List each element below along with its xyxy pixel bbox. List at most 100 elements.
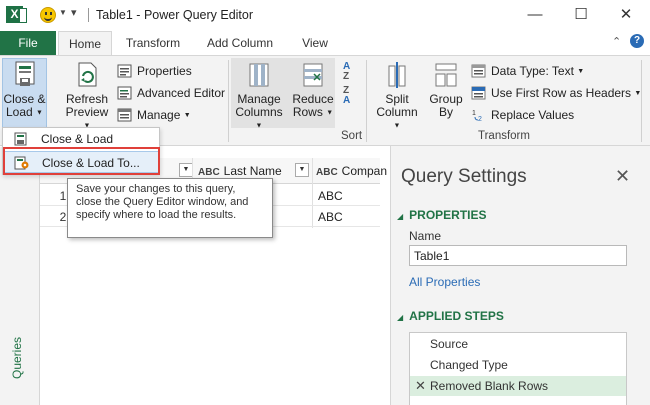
column-filter-dropdown[interactable]: ▼ bbox=[179, 163, 193, 177]
list-item[interactable]: Changed Type bbox=[410, 355, 626, 375]
applied-steps-section-header[interactable]: ◢ APPLIED STEPS bbox=[397, 309, 504, 323]
query-name-input[interactable]: Table1 bbox=[409, 245, 627, 266]
group-by-icon bbox=[435, 63, 457, 87]
tab-file[interactable]: File bbox=[0, 31, 56, 55]
svg-text:2: 2 bbox=[478, 116, 482, 122]
group-by-label-line2: By bbox=[438, 105, 453, 119]
reduce-rows-button[interactable]: Reduce Rows ▼ bbox=[291, 60, 335, 119]
chevron-down-icon: ▼ bbox=[183, 111, 191, 119]
highlight-annotation bbox=[3, 147, 160, 175]
chevron-down-icon: ▼ bbox=[255, 122, 263, 130]
tab-home[interactable]: Home bbox=[58, 31, 112, 56]
queries-pane-label[interactable]: Queries bbox=[10, 337, 24, 379]
manage-button[interactable]: Manage ▼ bbox=[117, 106, 191, 124]
properties-section-header[interactable]: ◢ PROPERTIES bbox=[397, 208, 487, 222]
tab-transform[interactable]: Transform bbox=[120, 31, 186, 56]
manage-columns-button[interactable]: Manage Columns ▼ bbox=[233, 60, 285, 132]
name-label: Name bbox=[409, 229, 442, 243]
close-load-icon bbox=[15, 61, 34, 86]
split-column-label-line2: Column bbox=[376, 105, 418, 119]
sort-group-label: Sort bbox=[341, 130, 363, 142]
triangle-down-icon: ◢ bbox=[397, 212, 404, 221]
properties-icon bbox=[117, 64, 132, 78]
query-settings-title: Query Settings bbox=[401, 166, 527, 187]
headers-icon bbox=[471, 86, 486, 100]
window-title: Table1 - Power Query Editor bbox=[96, 8, 254, 22]
queries-pane-collapsed[interactable]: Queries bbox=[0, 147, 40, 405]
split-column-button[interactable]: Split Column ▼ bbox=[372, 60, 422, 132]
triangle-down-icon: ◢ bbox=[397, 313, 404, 322]
list-item[interactable]: Source bbox=[410, 334, 626, 354]
close-load-label-line2: Load bbox=[6, 105, 33, 119]
close-icon[interactable]: ✕ bbox=[615, 166, 630, 187]
close-load-icon bbox=[14, 132, 27, 146]
properties-label: Properties bbox=[137, 64, 192, 78]
column-header-company[interactable]: ABC Compan bbox=[316, 164, 387, 178]
chevron-down-icon: ▼ bbox=[393, 122, 401, 130]
column-filter-dropdown[interactable]: ▼ bbox=[295, 163, 309, 177]
collapse-ribbon-icon[interactable]: ⌃ bbox=[612, 35, 621, 48]
excel-logo-icon: X bbox=[6, 6, 27, 23]
replace-values-button[interactable]: 12 Replace Values bbox=[471, 106, 574, 124]
sort-descending-icon[interactable]: ZA bbox=[343, 86, 350, 106]
applied-steps-list: Source Changed Type ✕ Removed Blank Rows bbox=[409, 332, 627, 405]
reduce-rows-icon bbox=[303, 63, 323, 87]
title-divider bbox=[88, 8, 89, 22]
menu-item-label: Close & Load bbox=[41, 132, 114, 146]
column-header-label: Compan bbox=[341, 164, 388, 178]
transform-group-label: Transform bbox=[478, 130, 530, 142]
applied-steps-header-label: APPLIED STEPS bbox=[409, 309, 504, 323]
column-divider bbox=[312, 158, 313, 228]
use-first-row-headers-button[interactable]: Use First Row as Headers ▼ bbox=[471, 84, 641, 102]
data-type-icon bbox=[471, 64, 486, 78]
manage-columns-label-line2: Columns bbox=[235, 105, 283, 119]
delete-step-icon[interactable]: ✕ bbox=[415, 376, 426, 396]
text-type-icon: ABC bbox=[316, 167, 338, 178]
group-divider bbox=[228, 60, 229, 142]
customize-toolbar-icon[interactable]: ▾ bbox=[71, 6, 77, 19]
step-label: Removed Blank Rows bbox=[430, 379, 549, 393]
use-first-row-label: Use First Row as Headers bbox=[491, 86, 632, 100]
group-divider bbox=[641, 60, 642, 142]
reduce-rows-label-line2: Rows bbox=[292, 105, 323, 119]
refresh-label-line2: Preview bbox=[65, 105, 109, 119]
chevron-down-icon[interactable]: ▼ bbox=[59, 8, 67, 17]
chevron-down-icon: ▼ bbox=[577, 67, 585, 75]
tab-add-column[interactable]: Add Column bbox=[200, 31, 280, 56]
manage-columns-icon bbox=[249, 63, 269, 87]
advanced-editor-icon bbox=[117, 86, 132, 100]
properties-button[interactable]: Properties bbox=[117, 62, 192, 80]
manage-label: Manage bbox=[137, 108, 181, 122]
tooltip: Save your changes to this query, close t… bbox=[67, 178, 273, 238]
tab-view[interactable]: View bbox=[293, 31, 337, 56]
refresh-preview-button[interactable]: Refresh Preview ▼ bbox=[62, 60, 112, 132]
close-button[interactable]: ✕ bbox=[614, 4, 638, 26]
replace-values-icon: 12 bbox=[472, 110, 482, 122]
maximize-button[interactable]: ☐ bbox=[569, 4, 593, 26]
svg-text:1: 1 bbox=[472, 110, 476, 117]
data-type-label: Data Type: Text bbox=[491, 64, 574, 78]
column-header-last-name[interactable]: ABC Last Name bbox=[198, 164, 282, 178]
text-type-icon: ABC bbox=[198, 167, 220, 178]
ribbon-tabs: File Home Transform Add Column View ⌃ ? bbox=[0, 31, 650, 56]
table-cell[interactable]: ABC bbox=[318, 189, 343, 203]
close-load-button[interactable]: Close & Load ▼ bbox=[3, 60, 46, 119]
group-by-button[interactable]: Group By bbox=[426, 60, 466, 119]
data-type-dropdown[interactable]: Data Type: Text ▼ bbox=[471, 62, 584, 80]
list-item-selected[interactable]: ✕ Removed Blank Rows bbox=[410, 376, 626, 396]
all-properties-link[interactable]: All Properties bbox=[409, 275, 480, 289]
smiley-feedback-icon[interactable] bbox=[40, 7, 56, 23]
help-icon[interactable]: ? bbox=[630, 34, 644, 48]
advanced-editor-label: Advanced Editor bbox=[137, 86, 226, 100]
group-divider bbox=[366, 60, 367, 142]
properties-header-label: PROPERTIES bbox=[409, 208, 487, 222]
replace-values-label: Replace Values bbox=[491, 108, 575, 122]
split-column-icon bbox=[388, 62, 406, 88]
sort-ascending-icon[interactable]: AZ bbox=[343, 62, 350, 82]
title-bar: X ▼ ▾ Table1 - Power Query Editor — ☐ ✕ bbox=[0, 0, 650, 31]
manage-icon bbox=[117, 108, 132, 122]
minimize-button[interactable]: — bbox=[523, 4, 547, 26]
table-cell[interactable]: ABC bbox=[318, 210, 343, 224]
refresh-icon bbox=[78, 62, 97, 87]
advanced-editor-button[interactable]: Advanced Editor bbox=[117, 84, 225, 102]
